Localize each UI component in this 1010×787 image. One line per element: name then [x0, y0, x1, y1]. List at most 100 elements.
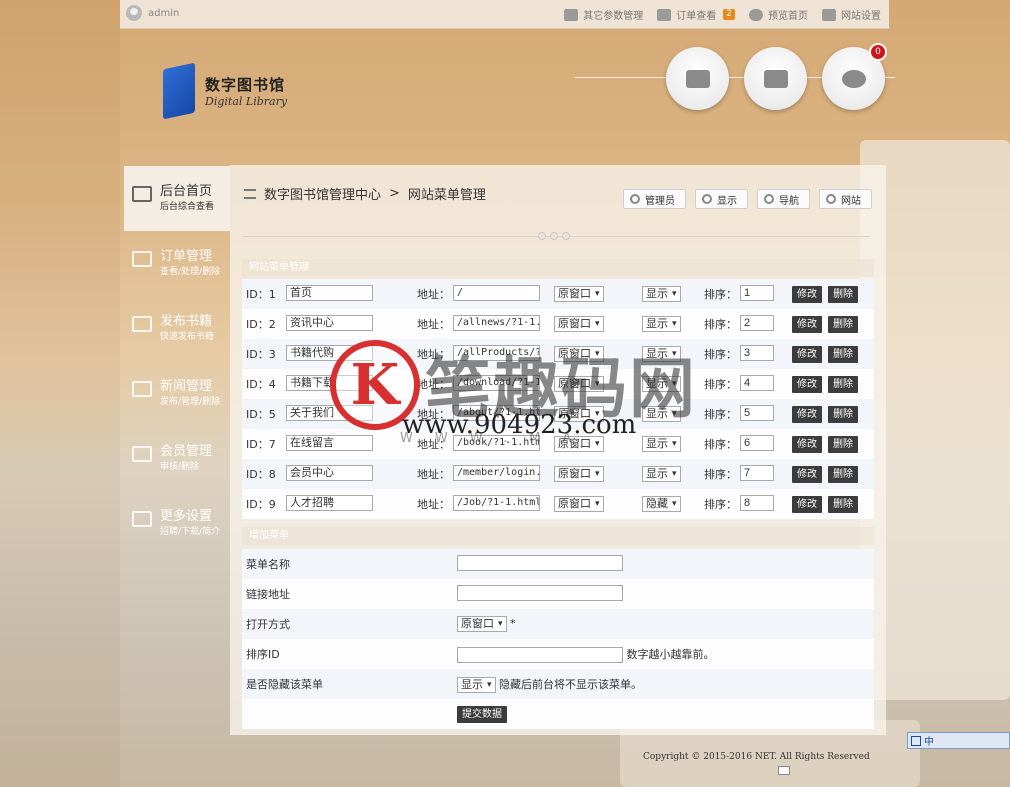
menu-target-select[interactable]: 原窗口	[554, 316, 604, 332]
menu-target-select[interactable]: 原窗口	[554, 406, 604, 422]
top-link-preview[interactable]: 预览首页	[749, 7, 808, 22]
book-icon	[132, 381, 152, 397]
menu-name-field[interactable]: 首页	[286, 284, 373, 301]
edit-button[interactable]: 修改	[792, 405, 822, 423]
mail-icon[interactable]	[778, 766, 790, 775]
messages-button[interactable]: 0	[822, 43, 887, 110]
menu-url-input[interactable]	[457, 584, 623, 601]
edit-button[interactable]: 修改	[792, 465, 822, 483]
shipping-button[interactable]	[744, 47, 807, 110]
menu-target-select[interactable]: 原窗口	[554, 286, 604, 302]
menu-order-field[interactable]: 6	[740, 434, 774, 451]
top-link-settings[interactable]: 网站设置	[822, 7, 881, 22]
menu-target-select[interactable]: 原窗口	[554, 496, 604, 512]
edit-button[interactable]: 修改	[792, 375, 822, 393]
menu-target-select[interactable]: 原窗口	[554, 466, 604, 482]
site-button[interactable]: 网站	[819, 189, 872, 209]
admin-button[interactable]: 管理员	[623, 189, 686, 209]
menu-target-select[interactable]: 原窗口	[554, 376, 604, 392]
menu-show-select[interactable]: 显示	[642, 466, 681, 482]
menu-show-select[interactable]: 显示	[642, 376, 681, 392]
menu-name-field[interactable]: 会员中心	[286, 464, 373, 481]
menu-order-field[interactable]: 1	[740, 284, 774, 301]
top-link-params[interactable]: 其它参数管理	[564, 7, 643, 22]
delete-button[interactable]: 删除	[828, 345, 858, 363]
menu-url-field[interactable]: /	[453, 284, 540, 301]
menu-row: ID：9 人才招聘 地址：/Job/?1-1.html 原窗口 隐藏 排序：8 修改删除	[242, 489, 874, 519]
menu-show-select[interactable]: 显示	[642, 316, 681, 332]
delete-button[interactable]: 删除	[828, 465, 858, 483]
menu-name-field[interactable]: 关于我们	[286, 404, 373, 421]
user-info[interactable]: admin	[126, 5, 179, 21]
menu-url-field[interactable]: /Job/?1-1.html	[453, 494, 540, 511]
submit-button[interactable]: 提交数据	[457, 705, 507, 723]
edit-button[interactable]: 修改	[792, 315, 822, 333]
hide-label: 是否隐藏该菜单	[246, 678, 323, 691]
menu-show-select[interactable]: 显示	[642, 286, 681, 302]
menu-name-field[interactable]: 书籍代购	[286, 344, 373, 361]
menu-id: ID：7	[246, 438, 276, 451]
menu-target-select[interactable]: 原窗口	[554, 346, 604, 362]
menu-order-field[interactable]: 3	[740, 344, 774, 361]
sidebar-item-publish[interactable]: 发布书籍 快速发布书籍	[124, 296, 230, 361]
menu-url-field[interactable]: /download/?1-1.h	[453, 374, 540, 391]
delete-button[interactable]: 删除	[828, 375, 858, 393]
menu-show-select[interactable]: 显示	[642, 346, 681, 362]
ime-toolbar[interactable]: 中	[907, 732, 1010, 749]
menu-order-field[interactable]: 2	[740, 314, 774, 331]
nav-button[interactable]: 导航	[757, 189, 810, 209]
order-label: 排序：	[704, 438, 737, 451]
addr-label: 地址：	[417, 318, 450, 331]
sidebar-item-orders[interactable]: 订单管理 查看/处理/删除	[124, 231, 230, 296]
menu-show-select[interactable]: 隐藏	[642, 496, 681, 512]
show-button[interactable]: 显示	[695, 189, 748, 209]
breadcrumb: 数字图书馆管理中心 > 网站菜单管理	[244, 184, 486, 203]
menu-name-field[interactable]: 在线留言	[286, 434, 373, 451]
form-row: 菜单名称	[242, 549, 874, 579]
menu-name-field[interactable]: 人才招聘	[286, 494, 373, 511]
menu-order-field[interactable]: 8	[740, 494, 774, 511]
delete-button[interactable]: 删除	[828, 495, 858, 513]
menu-order-field[interactable]: 4	[740, 374, 774, 391]
menu-name-field[interactable]: 书籍下载	[286, 374, 373, 391]
target-select[interactable]: 原窗口	[457, 616, 507, 632]
order-input[interactable]	[457, 646, 623, 663]
form-row: 打开方式 原窗口 *	[242, 609, 874, 639]
delete-button[interactable]: 删除	[828, 315, 858, 333]
menu-order-field[interactable]: 5	[740, 404, 774, 421]
edit-icon	[132, 316, 152, 332]
delete-button[interactable]: 删除	[828, 435, 858, 453]
menu-name-input[interactable]	[457, 554, 623, 571]
sidebar-item-more[interactable]: 更多设置 招聘/下载/简介	[124, 491, 230, 556]
sidebar-item-members[interactable]: 会员管理 审核/删除	[124, 426, 230, 491]
chat-icon	[841, 69, 866, 88]
add-section-header: 增加菜单	[242, 527, 874, 545]
edit-button[interactable]: 修改	[792, 495, 822, 513]
hide-select[interactable]: 显示	[457, 676, 496, 693]
site-logo[interactable]: 数字图书馆 Digital Library	[163, 62, 287, 120]
sidebar-item-news[interactable]: 新闻管理 发布/管理/删除	[124, 361, 230, 426]
menu-url-field[interactable]: /member/login.as	[453, 464, 540, 481]
edit-button[interactable]: 修改	[792, 345, 822, 363]
menu-url-field[interactable]: /allnews/?1-1.ht	[453, 314, 540, 331]
menu-show-select[interactable]: 显示	[642, 406, 681, 422]
delete-button[interactable]: 删除	[828, 405, 858, 423]
menu-target-select[interactable]: 原窗口	[554, 436, 604, 452]
edit-button[interactable]: 修改	[792, 435, 822, 453]
order-label: 排序：	[704, 318, 737, 331]
sidebar-item-home[interactable]: 后台首页 后台综合查看	[124, 166, 230, 231]
menu-name-field[interactable]: 资讯中心	[286, 314, 373, 331]
menu-show-select[interactable]: 显示	[642, 436, 681, 452]
menu-url-field[interactable]: /book/?1-1.html	[453, 434, 540, 451]
delete-button[interactable]: 删除	[828, 285, 858, 303]
coins-button[interactable]	[666, 47, 729, 110]
menu-order-field[interactable]: 7	[740, 464, 774, 481]
edit-button[interactable]: 修改	[792, 285, 822, 303]
circle-icon	[826, 194, 836, 204]
top-link-orders[interactable]: 订单查看 2	[657, 7, 735, 22]
addr-label: 地址：	[417, 468, 450, 481]
menu-url-field[interactable]: /allProducts/?1-	[453, 344, 540, 361]
breadcrumb-root[interactable]: 数字图书馆管理中心	[264, 184, 381, 203]
menu-url-field[interactable]: /about/?1-1.html	[453, 404, 540, 421]
order-label: 排序：	[704, 468, 737, 481]
